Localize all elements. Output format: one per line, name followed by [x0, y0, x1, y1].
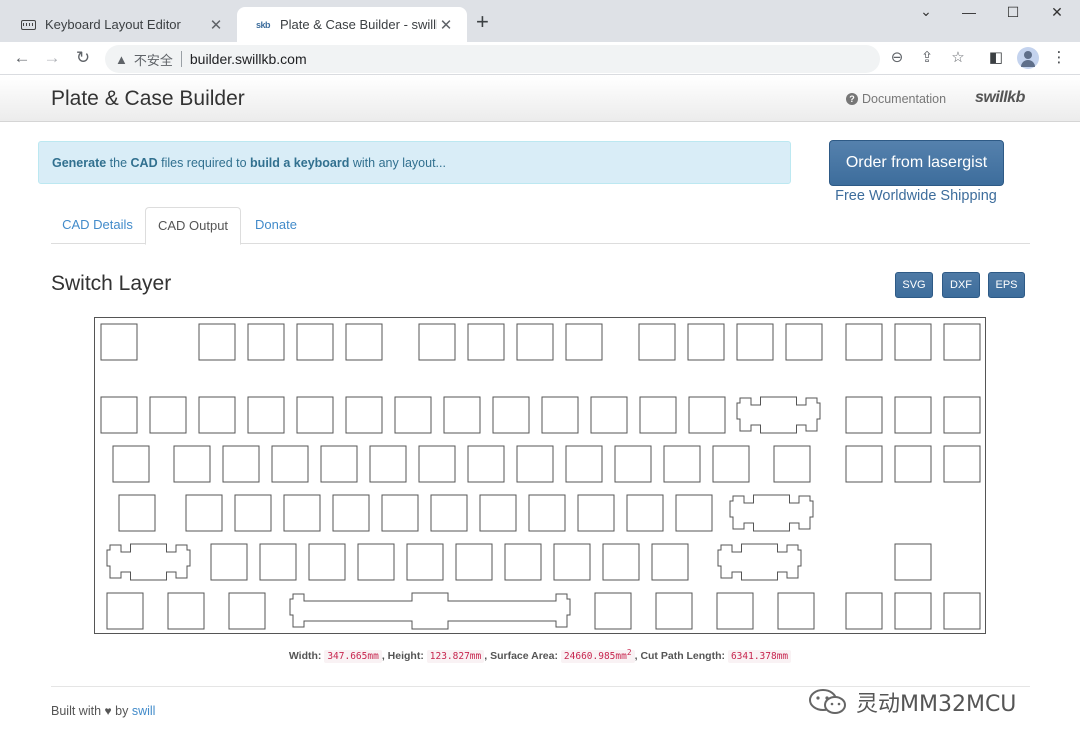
swillkb-favicon-icon: skb — [255, 19, 271, 30]
order-from-lasergist-button[interactable]: Order from lasergist — [829, 140, 1004, 186]
switch-plate-drawing — [94, 317, 986, 634]
plate-outline — [94, 317, 986, 634]
height-label: Height: — [387, 650, 424, 663]
swillkb-logo[interactable]: swillkb — [975, 89, 1025, 107]
height-value: 123.827mm — [426, 650, 485, 664]
wechat-icon — [809, 689, 846, 714]
alert-text: with any layout... — [349, 155, 446, 170]
watermark: 灵动MM32MCU — [808, 686, 1016, 718]
tab-cad-details[interactable]: CAD Details — [51, 207, 144, 244]
output-tabs: CAD Details CAD Output Donate — [51, 207, 1030, 245]
alert-strong-build: build a keyboard — [250, 155, 350, 170]
tab-donate[interactable]: Donate — [242, 207, 310, 244]
alert-text: the — [106, 155, 131, 170]
tab-title: Keyboard Layout Editor — [45, 17, 181, 32]
swill-link[interactable]: swill — [132, 704, 156, 718]
footer-built-with: Built with — [51, 704, 102, 718]
watermark-text: 灵动MM32MCU — [856, 692, 1017, 717]
separator — [180, 51, 182, 67]
info-alert: Generate the CAD files required to build… — [38, 141, 791, 184]
address-toolbar: ← → ↻ ▲ 不安全 builder.swillkb.com ⊖ ⇪ ☆ ◧ … — [0, 42, 1080, 75]
browser-tab-plate-case-builder[interactable]: skb Plate & Case Builder - swillkb ✕ — [237, 7, 467, 42]
heart-icon: ♥ — [104, 704, 112, 718]
maximize-button[interactable]: ☐ — [1003, 4, 1023, 21]
page-title[interactable]: Plate & Case Builder — [51, 87, 245, 111]
eps-download-button[interactable]: EPS — [988, 272, 1025, 298]
question-circle-icon: ? — [846, 93, 858, 105]
keyboard-icon — [20, 19, 36, 31]
close-tab-icon[interactable]: ✕ — [437, 16, 455, 34]
warning-icon[interactable]: ▲ — [115, 52, 128, 67]
plate-stats: Width: 347.665mm, Height: 123.827mm, Sur… — [0, 648, 1080, 664]
footer-by: by — [115, 704, 129, 718]
minimize-button[interactable]: — — [959, 4, 979, 20]
footer: Built with ♥ by swill — [51, 704, 155, 718]
alert-strong-cad: CAD — [130, 155, 158, 170]
security-label[interactable]: 不安全 — [134, 50, 173, 69]
tab-search-dropdown-icon[interactable]: ⌄ — [916, 3, 936, 20]
site-header: Plate & Case Builder ? Documentation swi… — [0, 76, 1080, 122]
width-label: Width: — [288, 650, 322, 663]
side-panel-icon[interactable]: ◧ — [985, 48, 1007, 68]
switch-layer-heading: Switch Layer — [51, 272, 172, 295]
address-bar[interactable]: ▲ 不安全 builder.swillkb.com ⊖ ⇪ ☆ — [105, 45, 965, 73]
share-icon[interactable]: ⇪ — [917, 48, 937, 66]
browser-tab-bar: Keyboard Layout Editor ✕ skb Plate & Cas… — [0, 0, 1080, 42]
menu-icon[interactable]: ⋮ — [1048, 48, 1070, 68]
reload-icon[interactable]: ↻ — [72, 48, 94, 68]
browser-tab-keyboard-layout-editor[interactable]: Keyboard Layout Editor ✕ — [2, 7, 237, 42]
documentation-label: Documentation — [862, 92, 947, 106]
url-text[interactable]: builder.swillkb.com — [190, 51, 307, 67]
new-tab-button[interactable]: + — [476, 11, 489, 33]
cut-length-label: Cut Path Length: — [640, 650, 726, 663]
tab-cad-output[interactable]: CAD Output — [145, 207, 241, 245]
tab-title: Plate & Case Builder - swillkb — [280, 17, 437, 32]
documentation-link[interactable]: ? Documentation — [846, 92, 946, 106]
dxf-download-button[interactable]: DXF — [942, 272, 980, 298]
close-tab-icon[interactable]: ✕ — [207, 16, 225, 34]
shipping-note: Free Worldwide Shipping — [835, 188, 997, 204]
zoom-icon[interactable]: ⊖ — [887, 48, 907, 66]
forward-arrow-icon[interactable]: → — [41, 48, 63, 68]
cut-length-value: 6341.378mm — [727, 650, 792, 664]
back-arrow-icon[interactable]: ← — [11, 48, 33, 68]
alert-strong-generate: Generate — [52, 155, 107, 170]
width-value: 347.665mm — [324, 650, 382, 664]
svg-download-button[interactable]: SVG — [895, 272, 933, 298]
bookmark-star-icon[interactable]: ☆ — [948, 48, 968, 66]
area-value: 24660.985mm2 — [560, 648, 635, 664]
alert-text: files required to — [157, 155, 251, 170]
area-label: Surface Area: — [490, 650, 558, 663]
profile-avatar-icon[interactable] — [1017, 47, 1039, 69]
close-window-button[interactable]: ✕ — [1047, 4, 1067, 21]
